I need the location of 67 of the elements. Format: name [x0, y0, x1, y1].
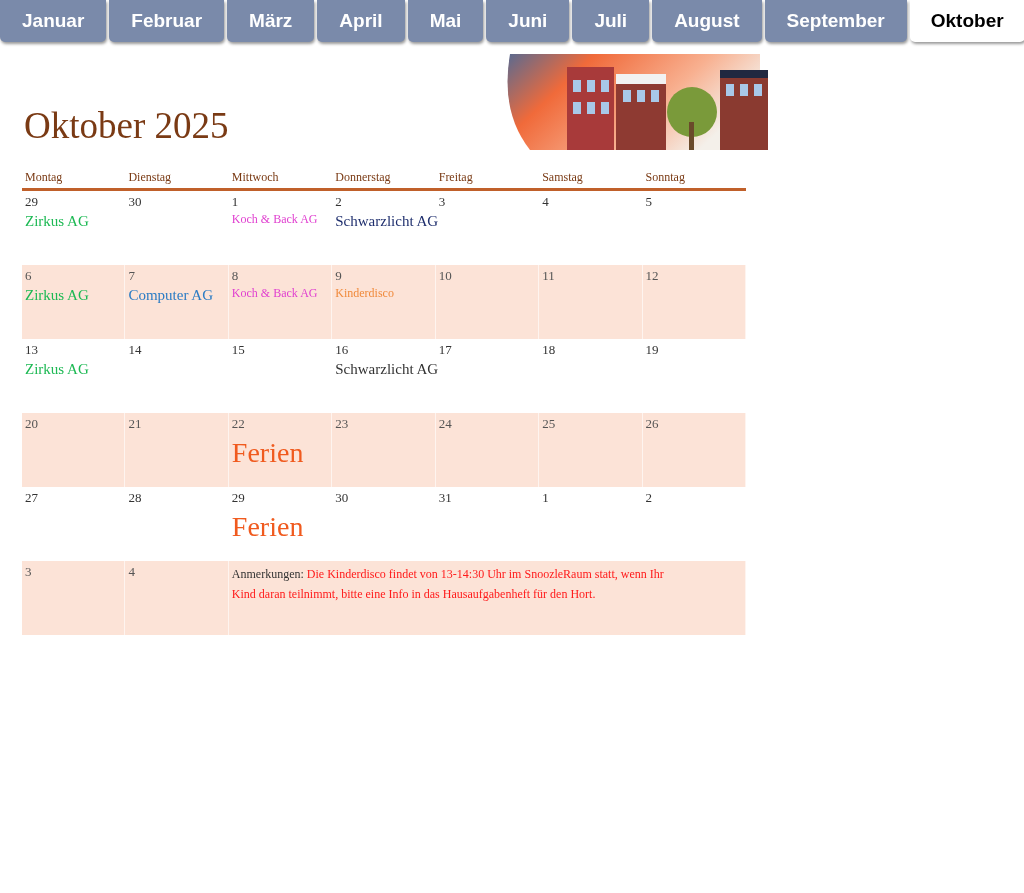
day-number: 1: [231, 194, 240, 210]
day-number: 29: [25, 194, 39, 210]
day-number: 18: [542, 342, 557, 358]
event-label: Koch & Back AG: [231, 286, 318, 301]
day-number: 27: [25, 490, 39, 506]
month-tab[interactable]: Januar: [0, 0, 107, 42]
weekday-header: Samstag: [541, 170, 584, 185]
event-label: Ferien: [231, 510, 304, 544]
month-tab[interactable]: Juli: [572, 0, 650, 42]
day-number: 24: [438, 416, 453, 432]
month-tab[interactable]: März: [227, 0, 315, 42]
day-number: 10: [438, 268, 453, 284]
month-tab[interactable]: April: [317, 0, 405, 42]
weekday-header: Sonntag: [644, 170, 686, 185]
day-number: 4: [128, 564, 136, 580]
day-number: 7: [128, 268, 136, 284]
weekday-header: Donnerstag: [334, 170, 392, 185]
day-number: 9: [335, 268, 343, 284]
day-number: 25: [542, 416, 557, 432]
day-number: 2: [335, 194, 343, 210]
day-number: 5: [645, 194, 654, 210]
day-number: 8: [231, 268, 240, 284]
month-tab[interactable]: September: [764, 0, 907, 42]
day-number: 22: [231, 416, 246, 432]
month-tab[interactable]: Oktober: [909, 0, 1024, 42]
event-label: Zirkus AG: [25, 360, 89, 378]
day-number: 4: [542, 194, 550, 210]
day-number: 21: [128, 416, 143, 432]
day-number: 20: [25, 416, 39, 432]
day-number: 19: [645, 342, 660, 358]
day-number: 12: [645, 268, 660, 284]
day-number: 31: [438, 490, 453, 506]
event-label: Schwarzlicht AG: [335, 212, 439, 230]
day-number: 28: [128, 490, 143, 506]
weekday-header: Montag: [24, 170, 64, 185]
day-number: 13: [25, 342, 39, 358]
day-number: 26: [645, 416, 660, 432]
weekday-header: Dienstag: [127, 170, 173, 185]
day-number: 15: [231, 342, 246, 358]
month-tab[interactable]: Juni: [486, 0, 570, 42]
month-tab[interactable]: Mai: [407, 0, 484, 42]
day-number: 3: [438, 194, 447, 210]
event-label: Ferien: [231, 436, 304, 470]
event-label: Zirkus AG: [25, 286, 89, 304]
day-number: 29: [231, 490, 246, 506]
event-label: Zirkus AG: [25, 212, 89, 230]
weekday-header: Mittwoch: [230, 170, 280, 185]
event-label: Computer AG: [128, 286, 213, 304]
event-label: Koch & Back AG: [231, 212, 318, 227]
month-tab[interactable]: Februar: [109, 0, 225, 42]
day-number: 1: [542, 490, 550, 506]
day-number: 3: [25, 564, 33, 580]
day-number: 6: [25, 268, 33, 284]
month-tab[interactable]: August: [652, 0, 762, 42]
event-label: Schwarzlicht AG: [335, 360, 439, 378]
month-title: Oktober 2025: [24, 104, 230, 147]
day-number: 23: [335, 416, 350, 432]
day-number: 17: [438, 342, 453, 358]
day-number: 16: [335, 342, 350, 358]
event-label: Kinderdisco: [335, 286, 394, 301]
day-number: 2: [645, 490, 654, 506]
day-number: 11: [542, 268, 556, 284]
day-number: 14: [128, 342, 143, 358]
day-number: 30: [335, 490, 350, 506]
day-number: 30: [128, 194, 143, 210]
note-text: Anmerkungen: Die Kinderdisco findet von 13-14:30 Uhr im SnoozleRaum statt, wenn Ihr Kind daran teilnimmt, bitte eine Info in das Hausaufgabenheft für den Hort.: [231, 566, 665, 603]
weekday-header: Freitag: [437, 170, 474, 185]
